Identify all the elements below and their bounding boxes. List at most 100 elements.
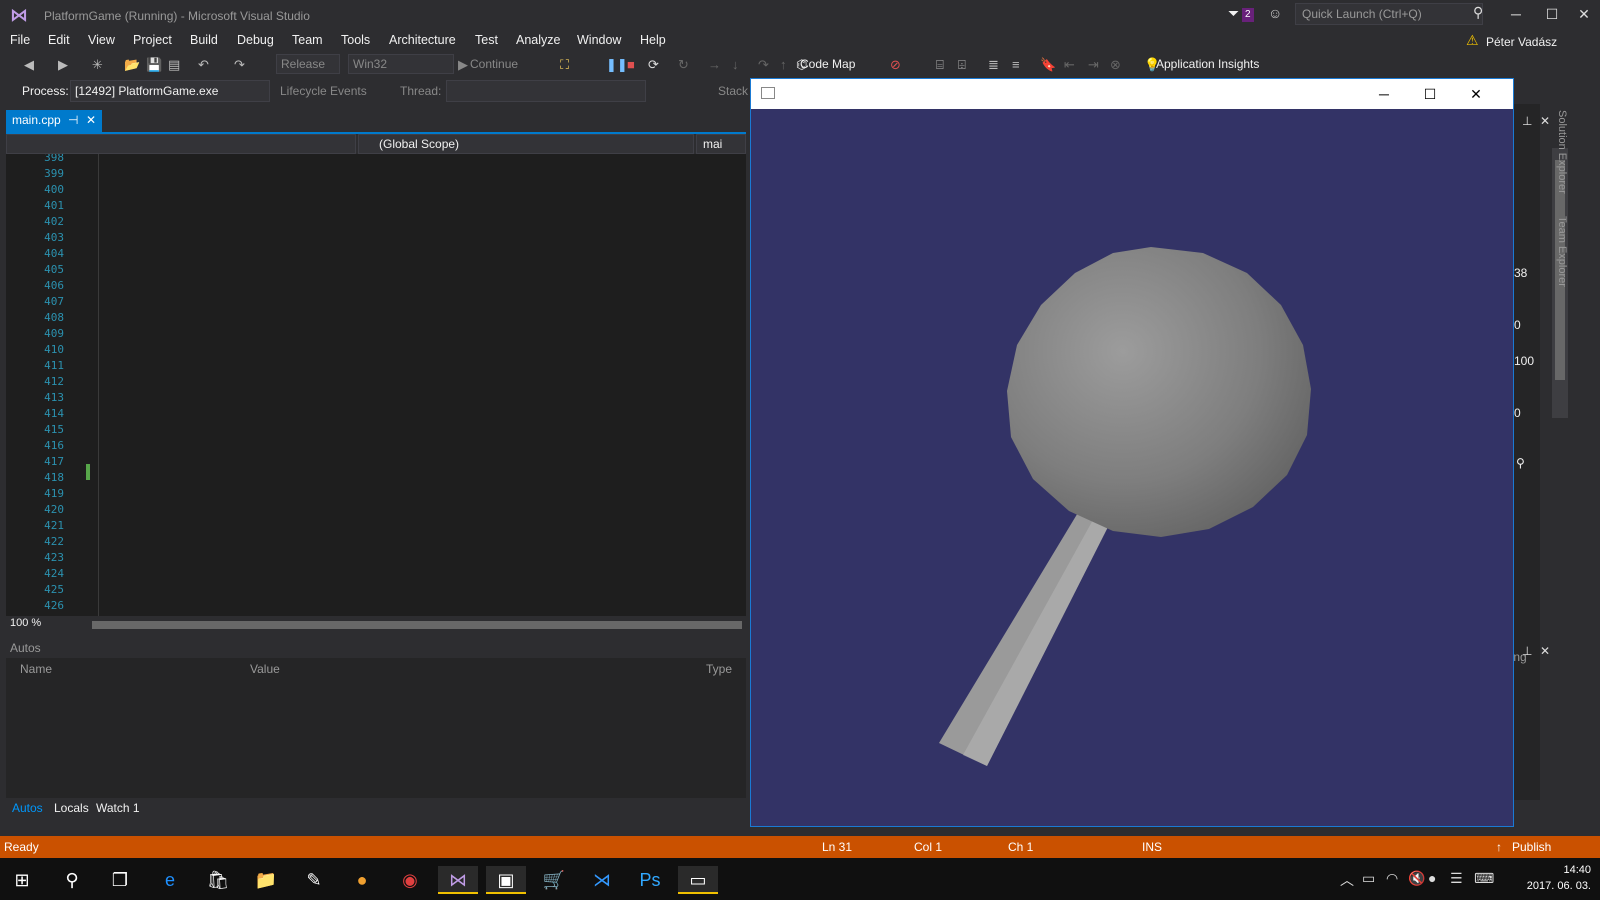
- column-header-type[interactable]: Type: [706, 662, 732, 676]
- edge-browser-icon[interactable]: e: [150, 866, 190, 894]
- pin-icon[interactable]: ⊥: [1522, 114, 1532, 128]
- wifi-icon[interactable]: ◠: [1386, 870, 1398, 887]
- redo-icon[interactable]: ↷: [234, 57, 245, 73]
- comment-icon[interactable]: ≣: [988, 57, 999, 73]
- back-icon[interactable]: ◀: [24, 57, 34, 73]
- menu-tools[interactable]: Tools: [341, 33, 370, 47]
- column-header-value[interactable]: Value: [250, 662, 280, 676]
- prev-bookmark-icon[interactable]: ⇤: [1064, 57, 1075, 73]
- next-bookmark-icon[interactable]: ⇥: [1088, 57, 1099, 73]
- pin-icon[interactable]: ⊣: [68, 113, 78, 127]
- uncomment-icon[interactable]: ≡: [1012, 57, 1020, 72]
- quick-launch-input[interactable]: Quick Launch (Ctrl+Q): [1295, 3, 1483, 25]
- file-explorer-icon[interactable]: 📁: [246, 866, 286, 894]
- zoom-select[interactable]: 100 %: [10, 617, 41, 629]
- column-header-name[interactable]: Name: [20, 662, 52, 676]
- feedback-icon[interactable]: ☺: [1268, 5, 1282, 21]
- photoshop-icon[interactable]: Ps: [630, 866, 670, 894]
- chrome-icon[interactable]: ◉: [390, 866, 430, 894]
- pause-icon[interactable]: ❚❚: [606, 57, 628, 73]
- battery-icon[interactable]: ▭: [1362, 870, 1375, 887]
- maximize-button[interactable]: ☐: [1407, 79, 1453, 109]
- film-app-icon[interactable]: ▣: [486, 866, 526, 894]
- publish-button[interactable]: Publish: [1512, 840, 1551, 854]
- menu-project[interactable]: Project: [133, 33, 172, 47]
- notifications-filter-icon[interactable]: ⏷: [1228, 5, 1239, 22]
- solution-configuration-select[interactable]: Release: [276, 54, 340, 74]
- menu-team[interactable]: Team: [292, 33, 323, 47]
- tab-main-cpp[interactable]: main.cpp ⊣ ✕: [6, 110, 102, 132]
- step-over-icon[interactable]: →: [708, 57, 721, 72]
- shop-app-icon[interactable]: 🛒: [534, 866, 574, 894]
- restart-icon[interactable]: ⟳: [648, 57, 659, 73]
- tab-solution-explorer[interactable]: Solution Explorer: [1556, 110, 1568, 194]
- close-tab-icon[interactable]: ✕: [86, 113, 96, 127]
- osg-viewer-window[interactable]: ─ ☐ ✕: [750, 78, 1514, 827]
- breakpoint-toggle-icon[interactable]: ⊘: [890, 57, 901, 73]
- osg-window-taskbar-icon[interactable]: ▭: [678, 866, 718, 894]
- tab-team-explorer[interactable]: Team Explorer: [1556, 216, 1568, 287]
- tab-autos[interactable]: Autos: [12, 801, 43, 815]
- task-view-icon[interactable]: ❐: [100, 866, 140, 894]
- keyboard-icon[interactable]: ⌨: [1474, 870, 1494, 887]
- application-insights-button[interactable]: Application Insights: [1156, 57, 1259, 71]
- step-into-icon[interactable]: ↓: [732, 57, 739, 72]
- vscode-icon[interactable]: ⋊: [582, 866, 622, 894]
- tray-chevron-icon[interactable]: ︿: [1340, 870, 1354, 890]
- menu-build[interactable]: Build: [190, 33, 218, 47]
- close-button[interactable]: ✕: [1453, 79, 1499, 109]
- osg-window-titlebar[interactable]: ─ ☐ ✕: [751, 79, 1513, 109]
- tray-app-icon[interactable]: ●: [1428, 870, 1436, 886]
- thread-select[interactable]: [446, 80, 646, 102]
- process-select[interactable]: [12492] PlatformGame.exe: [70, 80, 270, 102]
- menu-debug[interactable]: Debug: [237, 33, 274, 47]
- pin-icon[interactable]: ⊥: [1522, 644, 1532, 658]
- store-icon[interactable]: 🛍: [198, 866, 238, 894]
- publish-icon[interactable]: ↑: [1496, 840, 1502, 854]
- visual-studio-taskbar-icon[interactable]: ⋈: [438, 866, 478, 894]
- solution-platform-select[interactable]: Win32: [348, 54, 454, 74]
- menu-architecture[interactable]: Architecture: [389, 33, 456, 47]
- action-center-icon[interactable]: ☰: [1450, 870, 1463, 887]
- lifecycle-events-dropdown[interactable]: Lifecycle Events: [280, 84, 367, 98]
- menu-help[interactable]: Help: [640, 33, 666, 47]
- notification-count-badge[interactable]: 2: [1242, 8, 1254, 22]
- find-icon[interactable]: ⛶: [560, 57, 569, 73]
- menu-view[interactable]: View: [88, 33, 115, 47]
- forward-icon[interactable]: ▶: [58, 57, 68, 73]
- clear-bookmarks-icon[interactable]: ⊗: [1110, 57, 1121, 73]
- app-icon[interactable]: ✎: [294, 866, 334, 894]
- menu-test[interactable]: Test: [475, 33, 498, 47]
- warning-icon[interactable]: ⚠: [1466, 32, 1479, 49]
- volume-icon[interactable]: 🔇: [1408, 870, 1425, 887]
- tab-locals[interactable]: Locals: [54, 801, 89, 815]
- code-editor[interactable]: 398 399 400 401 402 403 404 405 406 407 …: [6, 154, 746, 616]
- close-button[interactable]: ✕: [1564, 2, 1600, 26]
- toolbar-icon-a[interactable]: ⌸: [936, 57, 944, 73]
- open-file-icon[interactable]: 📂: [124, 57, 140, 73]
- save-icon[interactable]: 💾: [146, 57, 162, 73]
- menu-window[interactable]: Window: [577, 33, 621, 47]
- start-icon[interactable]: ⊞: [2, 866, 42, 894]
- show-next-statement-icon[interactable]: ↻: [678, 57, 689, 73]
- stop-icon[interactable]: ■: [627, 57, 635, 72]
- scope-select[interactable]: (Global Scope): [358, 134, 694, 154]
- search-icon[interactable]: ⚲: [1473, 4, 1483, 21]
- menu-analyze[interactable]: Analyze: [516, 33, 560, 47]
- user-account-name[interactable]: Péter Vadász: [1486, 35, 1557, 49]
- undo-icon[interactable]: ↶: [198, 57, 209, 73]
- menu-file[interactable]: File: [10, 33, 30, 47]
- continue-play-icon[interactable]: ▶: [458, 57, 468, 73]
- toolbar-icon-b[interactable]: ⌹: [958, 57, 966, 73]
- close-icon[interactable]: ✕: [1540, 644, 1550, 658]
- menu-edit[interactable]: Edit: [48, 33, 70, 47]
- close-icon[interactable]: ✕: [1540, 114, 1550, 128]
- app-orb-icon[interactable]: ●: [342, 866, 382, 894]
- step-back-icon[interactable]: ↷: [758, 57, 769, 73]
- minimize-button[interactable]: ─: [1361, 79, 1407, 109]
- step-out-icon[interactable]: ↑: [780, 57, 787, 72]
- tab-watch-1[interactable]: Watch 1: [96, 801, 140, 815]
- search-icon[interactable]: ⚲: [52, 866, 92, 894]
- minimize-button[interactable]: ─: [1496, 2, 1536, 26]
- continue-button[interactable]: Continue: [470, 57, 518, 71]
